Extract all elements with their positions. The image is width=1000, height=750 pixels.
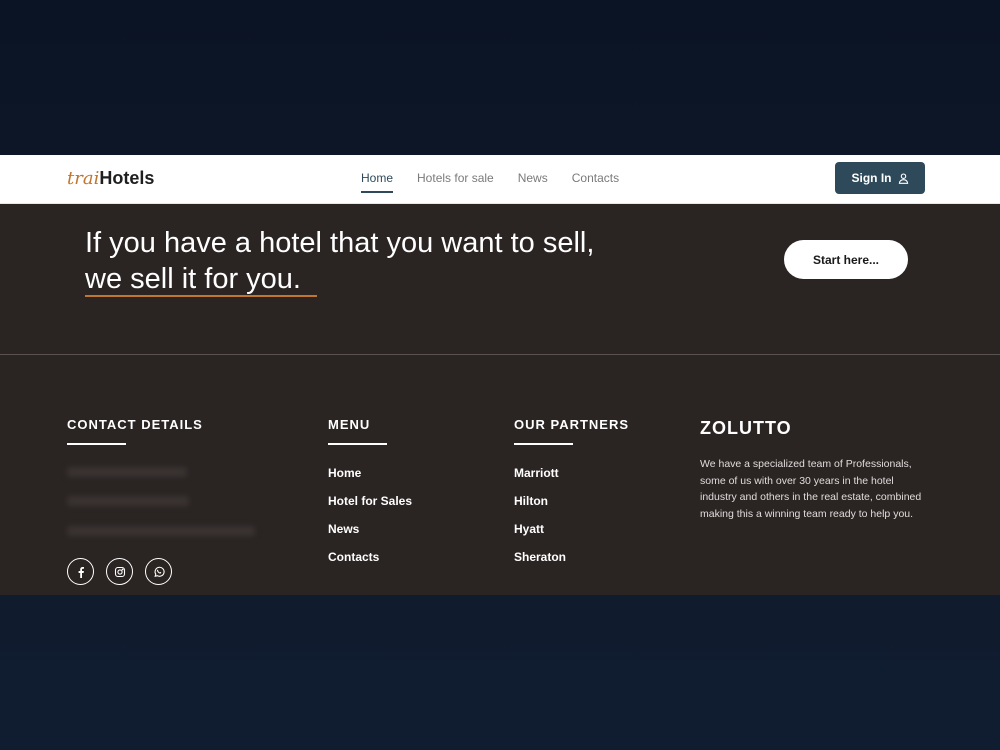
footer-menu-hotel-for-sales[interactable]: Hotel for Sales — [328, 494, 412, 508]
facebook-icon — [78, 566, 84, 578]
logo-main: Hotels — [99, 168, 155, 188]
hero-underline — [85, 295, 317, 297]
contact-address-blurred — [67, 526, 255, 536]
section-divider — [0, 354, 1000, 355]
nav-news[interactable]: News — [518, 171, 548, 191]
social-links — [67, 558, 172, 585]
menu-heading: MENU — [328, 417, 371, 432]
footer-brand: ZOLUTTO — [700, 418, 792, 438]
site-logo[interactable]: traiHotels — [67, 168, 154, 189]
user-icon — [898, 172, 908, 184]
nav-home[interactable]: Home — [361, 171, 394, 193]
contact-email-blurred — [67, 496, 189, 506]
partner-hilton[interactable]: Hilton — [514, 494, 566, 508]
whatsapp-icon — [153, 566, 165, 577]
nav-links: Home Hotels for sale News Contacts — [361, 171, 619, 193]
logo-prefix: trai — [67, 168, 100, 189]
footer-menu-news[interactable]: News — [328, 522, 412, 536]
footer-about-text: We have a specialized team of Profession… — [700, 458, 922, 520]
page-frame: traiHotels Home Hotels for sale News Con… — [0, 155, 1000, 595]
partners-heading-bar — [514, 443, 573, 445]
sign-in-button[interactable]: Sign In — [835, 162, 925, 194]
start-here-button[interactable]: Start here... — [784, 240, 908, 279]
footer-menu-contacts[interactable]: Contacts — [328, 550, 412, 564]
contact-heading-bar — [67, 443, 126, 445]
nav-contacts[interactable]: Contacts — [572, 171, 619, 191]
partners-list: Marriott Hilton Hyatt Sheraton — [514, 466, 566, 564]
navbar: traiHotels Home Hotels for sale News Con… — [0, 155, 1000, 204]
hero-headline: If you have a hotel that you want to sel… — [85, 225, 705, 297]
contact-details-heading: CONTACT DETAILS — [67, 417, 203, 432]
footer-menu-list: Home Hotel for Sales News Contacts — [328, 466, 412, 564]
partner-marriott[interactable]: Marriott — [514, 466, 566, 480]
footer-menu-home[interactable]: Home — [328, 466, 412, 480]
partners-heading: OUR PARTNERS — [514, 417, 630, 432]
hero-line-1: If you have a hotel that you want to sel… — [85, 227, 595, 259]
menu-heading-bar — [328, 443, 387, 445]
instagram-icon — [114, 566, 125, 577]
hero-line-2: we sell it for you. — [85, 263, 301, 295]
nav-hotels-for-sale[interactable]: Hotels for sale — [417, 171, 494, 191]
whatsapp-link[interactable] — [145, 558, 172, 585]
contact-phone-blurred — [67, 467, 187, 477]
partner-sheraton[interactable]: Sheraton — [514, 550, 566, 564]
partner-hyatt[interactable]: Hyatt — [514, 522, 566, 536]
instagram-link[interactable] — [106, 558, 133, 585]
facebook-link[interactable] — [67, 558, 94, 585]
sign-in-label: Sign In — [851, 171, 892, 185]
